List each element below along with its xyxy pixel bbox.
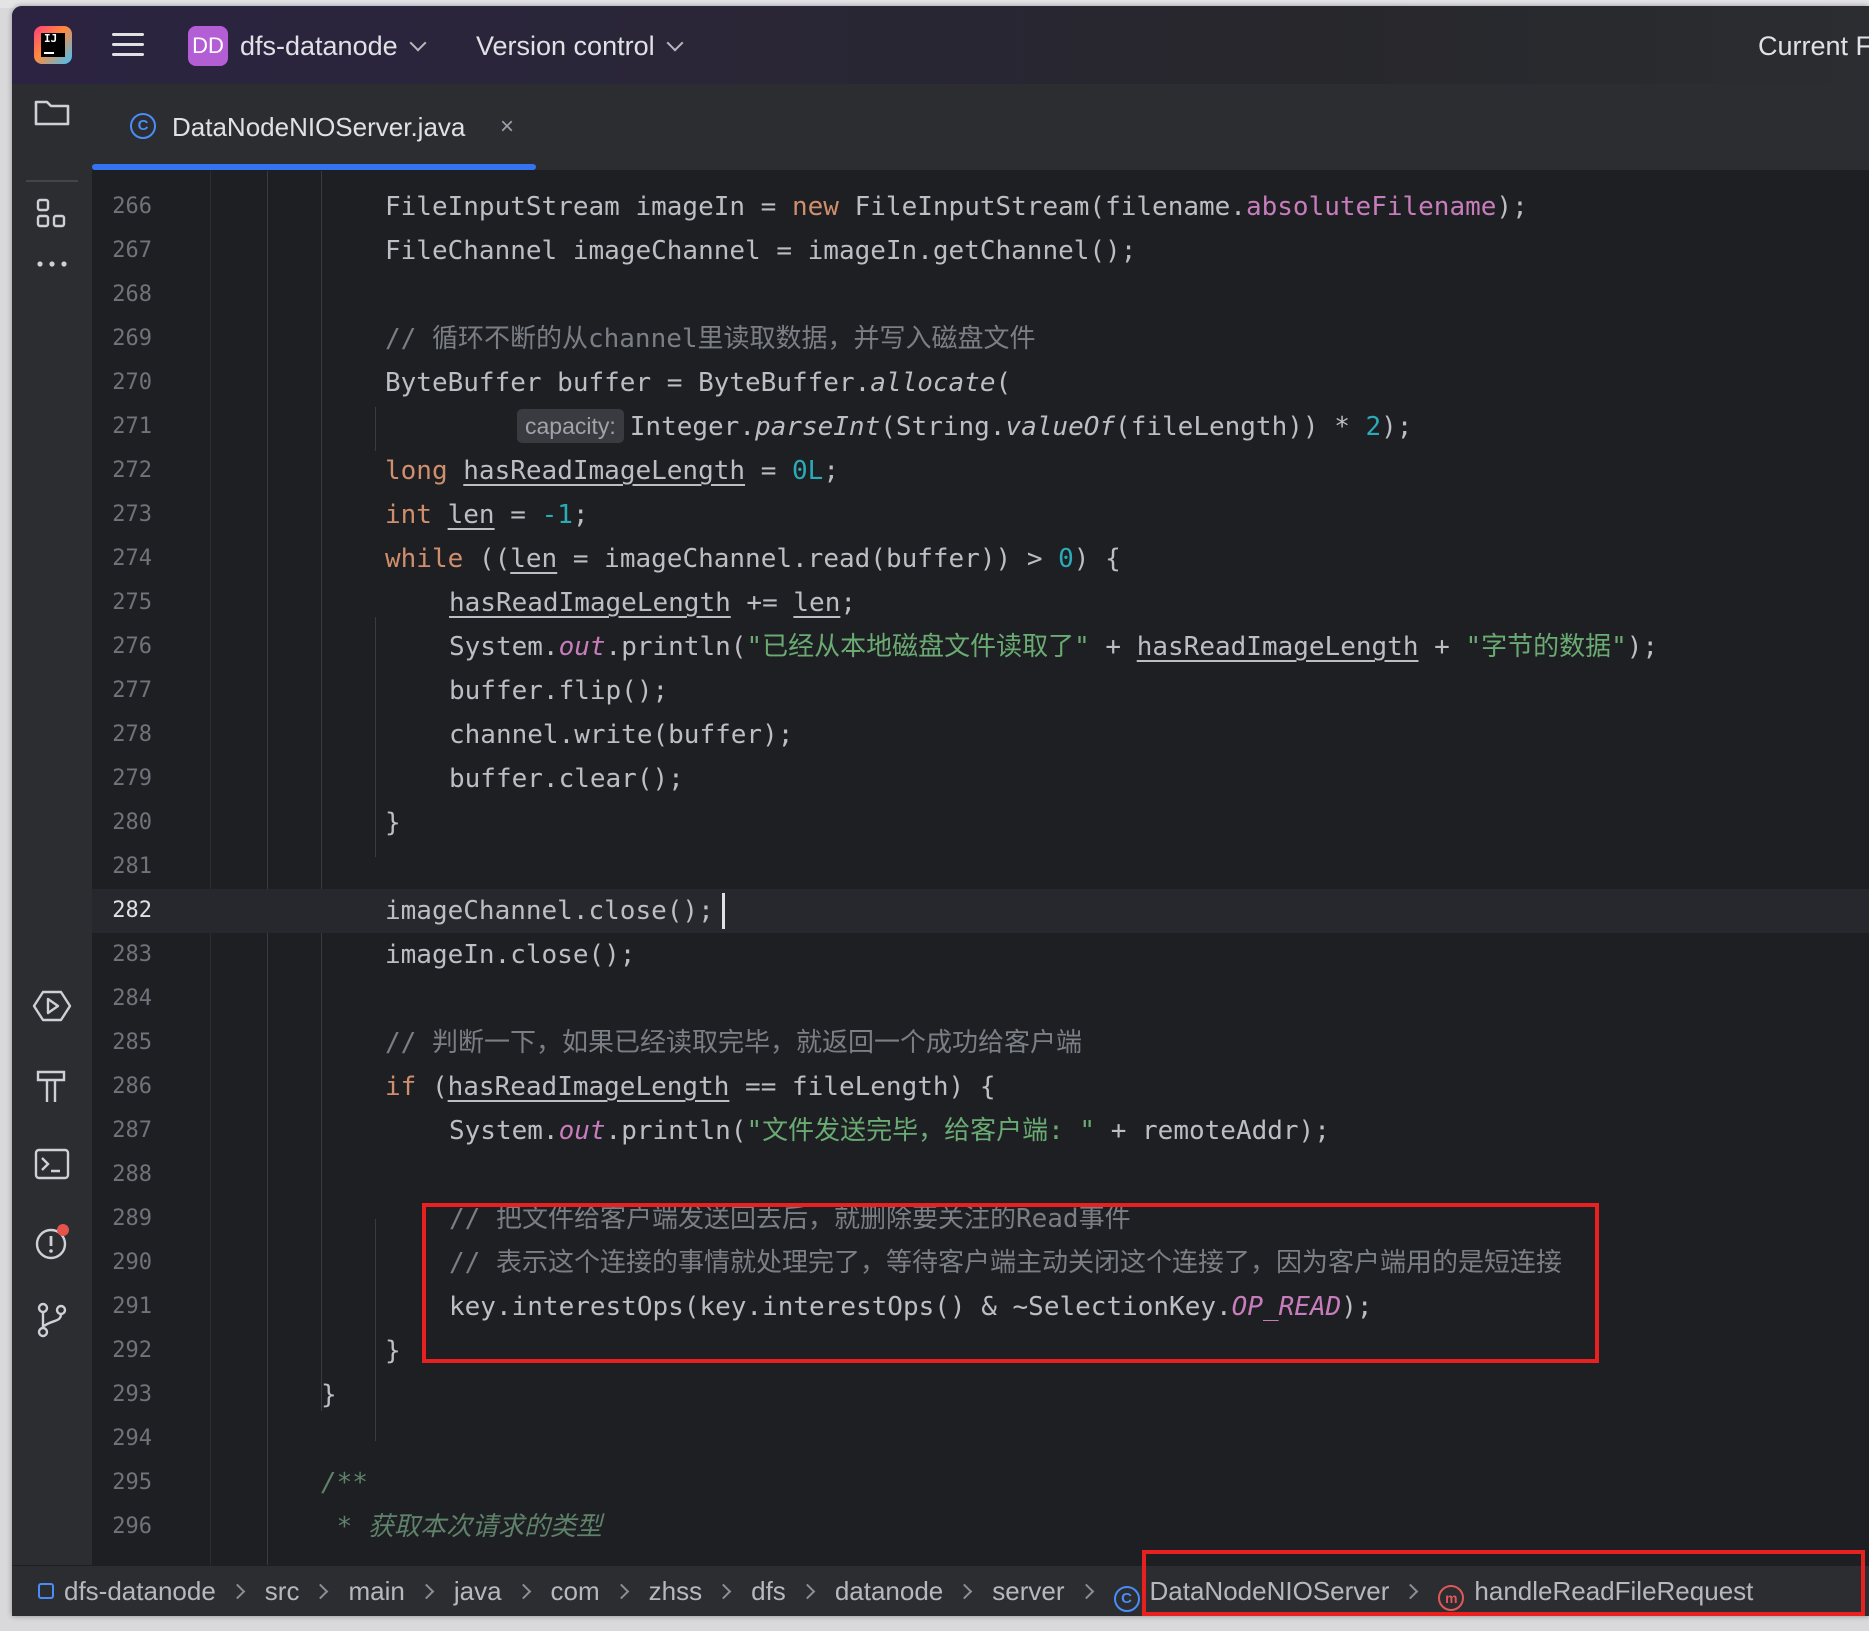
code-line: 272 long hasReadImageLength = 0L; <box>112 456 839 486</box>
code-line: 294 <box>112 1426 152 1451</box>
code-line: 275 hasReadImageLength += len; <box>112 588 857 618</box>
code-line: 274 while ((len = imageChannel.read(buff… <box>112 544 1121 574</box>
run-icon[interactable] <box>30 984 74 1028</box>
code-line: 267 FileChannel imageChannel = imageIn.g… <box>112 236 1137 266</box>
editor-tab-bar: C DataNodeNIOServer.java × <box>92 84 1869 171</box>
main-menu-icon[interactable] <box>112 30 144 60</box>
code-line: 278 channel.write(buffer); <box>112 720 794 750</box>
class-icon: C <box>1113 1586 1140 1612</box>
breadcrumb-item[interactable]: java <box>454 1566 502 1616</box>
ide-window: IJ DD dfs-datanode Version control Curre… <box>12 6 1869 1616</box>
close-icon[interactable]: × <box>500 110 514 144</box>
class-icon: C <box>130 113 156 139</box>
git-icon[interactable] <box>30 1298 74 1342</box>
code-line: 293 } <box>112 1380 337 1410</box>
breadcrumb-item[interactable]: datanode <box>835 1566 943 1616</box>
chevron-right-icon <box>956 1583 973 1599</box>
chevron-right-icon <box>313 1583 329 1599</box>
chevron-down-icon <box>666 34 684 52</box>
code-line: 268 <box>112 282 152 307</box>
chevron-right-icon <box>229 1583 246 1599</box>
code-line: 271 capacity: Integer.parseInt(String.val… <box>92 405 1869 449</box>
code-line: 291 key.interestOps(key.interestOps() & … <box>112 1292 1373 1322</box>
method-icon: m <box>1438 1585 1465 1611</box>
chevron-right-icon <box>418 1583 435 1599</box>
breadcrumb-item[interactable]: server <box>992 1566 1064 1616</box>
breadcrumb-item[interactable]: dfs <box>751 1566 786 1616</box>
breadcrumb-item[interactable]: dfs-datanode <box>64 1566 216 1616</box>
chevron-right-icon <box>799 1583 816 1599</box>
inlay-parameter-hint: capacity: <box>517 409 624 443</box>
project-badge[interactable]: DD <box>188 26 228 66</box>
code-line: 266 FileInputStream imageIn = new FileIn… <box>112 192 1528 222</box>
code-line: 296 * 获取本次请求的类型 <box>112 1512 602 1542</box>
breadcrumb-item[interactable]: src <box>265 1566 300 1616</box>
current-code-line: 282 imageChannel.close(); <box>92 889 1869 933</box>
code-line: 269 // 循环不断的从channel里读取数据，并写入磁盘文件 <box>112 324 1036 354</box>
chevron-right-icon <box>1403 1583 1419 1599</box>
code-line: 276 System.out.println("已经从本地磁盘文件读取了" + … <box>112 632 1659 662</box>
breadcrumb-class[interactable]: C DataNodeNIOServer <box>1113 1566 1389 1616</box>
code-line: 290 // 表示这个连接的事情就处理完了，等待客户端主动关闭这个连接了，因为客… <box>112 1248 1562 1278</box>
intellij-logo-icon[interactable]: IJ <box>34 26 72 64</box>
tab-datanodenioserver[interactable]: C DataNodeNIOServer.java × <box>92 84 536 170</box>
code-line: 277 buffer.flip(); <box>112 676 669 706</box>
chevron-right-icon <box>1078 1583 1094 1599</box>
project-name: dfs-datanode <box>240 31 398 61</box>
title-bar: IJ DD dfs-datanode Version control Curre… <box>12 6 1869 84</box>
code-line: 295 /** <box>112 1468 368 1498</box>
code-line: 286 if (hasReadImageLength == fileLength… <box>112 1072 996 1102</box>
breadcrumb: dfs-datanode src main java com zhss dfs … <box>38 1566 1753 1616</box>
toolbar-separator <box>26 180 78 182</box>
breadcrumb-item[interactable]: main <box>348 1566 404 1616</box>
code-line: 280 } <box>112 808 401 838</box>
structure-icon[interactable] <box>30 192 74 236</box>
code-line: 279 buffer.clear(); <box>112 764 684 794</box>
navigation-bar: dfs-datanode src main java com zhss dfs … <box>12 1565 1869 1616</box>
chevron-down-icon <box>409 34 427 52</box>
code-line: 283 imageIn.close(); <box>112 940 636 970</box>
left-tool-strip <box>12 84 92 1616</box>
text-cursor <box>722 893 725 929</box>
terminal-icon[interactable] <box>30 1142 74 1186</box>
code-line: 265 <box>92 171 1869 185</box>
version-control-menu[interactable]: Version control <box>476 28 684 64</box>
vcs-label: Version control <box>476 31 655 61</box>
code-line: 281 <box>112 854 152 879</box>
project-selector[interactable]: dfs-datanode <box>240 28 427 64</box>
chevron-right-icon <box>715 1583 732 1599</box>
code-line: 288 <box>112 1162 152 1187</box>
tab-file-name: DataNodeNIOServer.java <box>172 112 466 142</box>
code-line: 284 <box>112 986 152 1011</box>
module-icon <box>38 1583 54 1599</box>
code-line: 285 // 判断一下，如果已经读取完毕，就返回一个成功给客户端 <box>112 1028 1082 1058</box>
code-line: 292 } <box>112 1336 401 1366</box>
more-icon[interactable] <box>30 242 74 286</box>
active-tab-indicator <box>92 164 536 170</box>
build-icon[interactable] <box>30 1064 74 1108</box>
code-line: 273 int len = -1; <box>112 500 589 530</box>
project-folder-icon[interactable] <box>30 90 74 134</box>
chevron-right-icon <box>613 1583 629 1599</box>
chevron-right-icon <box>515 1583 531 1599</box>
problems-icon[interactable] <box>30 1220 74 1264</box>
breadcrumb-method[interactable]: m handleReadFileRequest <box>1438 1566 1753 1616</box>
breadcrumb-item[interactable]: com <box>551 1566 600 1616</box>
code-line: 287 System.out.println("文件发送完毕，给客户端: " +… <box>112 1116 1330 1146</box>
code-editor[interactable]: 265 266 FileInputStream imageIn = new Fi… <box>92 171 1869 1566</box>
code-line: 270 ByteBuffer buffer = ByteBuffer.alloc… <box>112 368 1012 398</box>
run-config-selector[interactable]: Current F <box>1758 28 1869 64</box>
code-line: 289 // 把文件给客户端发送回去后，就删除要关注的Read事件 <box>112 1204 1131 1234</box>
breadcrumb-item[interactable]: zhss <box>649 1566 702 1616</box>
